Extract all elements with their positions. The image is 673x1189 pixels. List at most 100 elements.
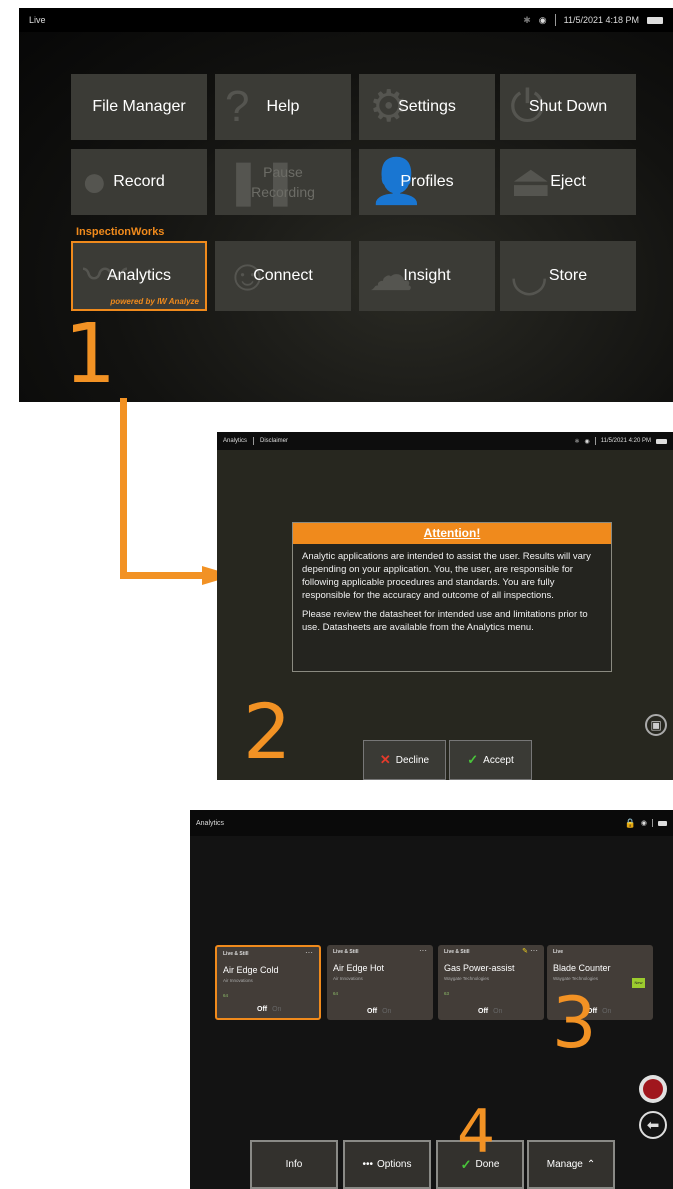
divider — [594, 437, 596, 445]
screen-title: Analytics — [196, 819, 225, 827]
decline-label: Decline — [395, 754, 430, 766]
manage-button[interactable]: Manage ⌃ — [527, 1140, 615, 1189]
attention-dialog: Attention! Analytic applications are int… — [292, 522, 612, 672]
options-button[interactable]: ••• Options — [343, 1140, 431, 1189]
status-bar: Live ✱ ◉ 11/5/2021 4:18 PM — [19, 8, 673, 32]
info-button[interactable]: Info — [250, 1140, 338, 1189]
card-name: Air Edge Cold — [223, 965, 279, 975]
card-vendor: Air Innovations — [223, 978, 253, 983]
toggle-off: Off — [257, 1006, 268, 1013]
connector-line — [120, 398, 127, 578]
card-mode: Live & Still — [444, 949, 470, 955]
wifi-icon: ◉ — [584, 438, 590, 445]
card-vendor: Waygate Technologies — [553, 976, 599, 981]
card-version: 63 — [444, 991, 450, 996]
analytics-subtitle: powered by IW Analyze — [110, 297, 199, 306]
step-number: 1 — [64, 307, 117, 402]
insight-button[interactable]: ☁ Insight — [359, 241, 495, 311]
analytic-card-air-edge-cold[interactable]: Live & Still ··· Air Edge Cold Air Innov… — [215, 945, 321, 1020]
more-icon[interactable]: ··· — [530, 946, 538, 955]
battery-icon — [656, 438, 667, 444]
decline-button[interactable]: ✕ Decline — [363, 740, 446, 780]
step-number: 4 — [457, 1097, 496, 1167]
battery-icon — [658, 820, 667, 826]
status-bar: Analytics Disclaimer ✱ ◉ 11/5/2021 4:20 … — [217, 432, 673, 450]
status-bar: Analytics 🔒 ◉ — [190, 810, 673, 836]
options-label: Options — [377, 1159, 412, 1170]
back-arrow-icon: ⬅ — [646, 1117, 660, 1134]
pin-icon: ✎ — [522, 948, 528, 955]
analytic-card-gas-power-assist[interactable]: Live & Still ✎ ··· Gas Power-assist Wayg… — [438, 945, 544, 1020]
eject-icon: ⏏ — [510, 157, 552, 206]
store-button[interactable]: ◡ Store — [500, 241, 636, 311]
wifi-icon: ◉ — [538, 14, 547, 25]
toggle-on: On — [602, 1008, 612, 1015]
mode-label: Live — [29, 15, 46, 25]
toggle-on: On — [493, 1008, 503, 1015]
toggle-off: Off — [367, 1008, 378, 1015]
chevron-up-icon: ⌃ — [586, 1159, 596, 1170]
pause-recording-button[interactable]: ❚❚ Pause Recording — [215, 149, 351, 215]
bluetooth-icon: ✱ — [523, 14, 531, 25]
pause-label-line1: Pause — [263, 164, 303, 180]
record-button[interactable] — [639, 1075, 667, 1103]
manage-label: Manage — [546, 1159, 583, 1170]
bluetooth-icon: ✱ — [574, 438, 580, 445]
shut-down-button[interactable]: ⏻ Shut Down — [500, 74, 636, 140]
card-vendor: Waygate Technologies — [444, 976, 490, 981]
ellipsis-icon: ••• — [362, 1159, 374, 1170]
analytics-button[interactable]: 〰 Analytics powered by IW Analyze — [71, 241, 207, 311]
card-mode: Live & Still — [223, 951, 249, 957]
accept-label: Accept — [483, 754, 514, 766]
datetime: 11/5/2021 4:18 PM — [563, 15, 639, 25]
datetime: 11/5/2021 4:20 PM — [600, 438, 651, 444]
profiles-button[interactable]: 👤 Profiles — [359, 149, 495, 215]
back-button[interactable]: ⬅ — [639, 1111, 667, 1139]
main-menu-screen: Live ✱ ◉ 11/5/2021 4:18 PM File Manager … — [19, 8, 673, 402]
record-icon — [643, 1079, 663, 1099]
battery-icon — [647, 16, 663, 24]
section-label: InspectionWorks — [76, 226, 165, 238]
card-mode: Live & Still — [333, 949, 359, 955]
lock-icon: 🔒 — [624, 817, 636, 828]
more-icon[interactable]: ··· — [305, 948, 313, 957]
connector-line — [120, 572, 206, 579]
divider — [253, 437, 255, 445]
card-name: Blade Counter — [553, 963, 611, 973]
toggle-off: Off — [478, 1008, 489, 1015]
eject-button[interactable]: ⏏ Eject — [500, 149, 636, 215]
connect-button[interactable]: ☺ Connect — [215, 241, 351, 311]
card-toggle[interactable]: Off On — [478, 1008, 502, 1015]
card-version: 64 — [223, 993, 229, 998]
record-button[interactable]: ● Record — [71, 149, 207, 215]
divider — [554, 14, 556, 26]
settings-button[interactable]: ⚙ Settings — [359, 74, 495, 140]
info-label: Info — [285, 1159, 303, 1170]
divider — [652, 819, 653, 827]
card-name: Air Edge Hot — [333, 963, 385, 973]
breadcrumb-analytics[interactable]: Analytics — [223, 438, 247, 444]
analytic-card-air-edge-hot[interactable]: Live & Still ··· Air Edge Hot Air Innova… — [327, 945, 433, 1020]
analytics-screen: Analytics 🔒 ◉ Live & Still ··· Air Edge … — [190, 810, 673, 1189]
pause-label-line2: Recording — [251, 184, 315, 200]
check-icon: ✓ — [467, 752, 479, 767]
new-badge: New — [632, 978, 645, 988]
dialog-paragraph: Analytic applications are intended to as… — [302, 551, 591, 601]
file-manager-button[interactable]: File Manager — [71, 74, 207, 140]
record-icon: ● — [81, 157, 108, 206]
step-number: 3 — [552, 982, 597, 1064]
card-mode: Live — [553, 949, 564, 955]
more-icon[interactable]: ··· — [419, 946, 427, 955]
help-button[interactable]: ? Help — [215, 74, 351, 140]
card-toggle[interactable]: Off On — [257, 1006, 281, 1013]
save-icon[interactable]: ▣ — [645, 714, 667, 736]
store-icon: ◡ — [510, 251, 549, 300]
help-icon: ? — [225, 82, 250, 131]
dialog-title: Attention! — [293, 523, 611, 544]
card-vendor: Air Innovations — [333, 976, 363, 981]
card-name: Gas Power-assist — [444, 963, 515, 973]
card-toggle[interactable]: Off On — [367, 1008, 391, 1015]
accept-button[interactable]: ✓ Accept — [449, 740, 532, 780]
step-number: 2 — [243, 687, 292, 776]
toggle-on: On — [272, 1006, 282, 1013]
